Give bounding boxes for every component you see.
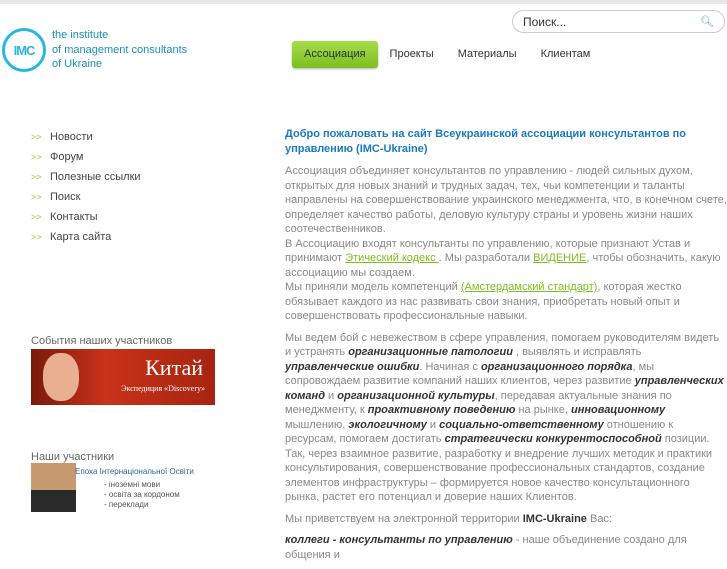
magnifier-icon[interactable]: 🔍︎ [700,15,714,28]
welcome-heading: Добро пожаловать на сайт Всеукраинской а… [285,128,687,155]
content-paragraph: Так, через взаимное развитие, разработку… [285,447,727,505]
paragraph-text: Мы приняли модель компетенций [285,281,461,293]
sidebar-item-contacts[interactable]: >> Контакты [31,207,141,227]
logo-mark: IMC [2,28,46,72]
sidebar-item-sitemap[interactable]: >> Карта сайта [31,227,141,247]
emphasis-text: управленческие ошибки [285,360,420,373]
nav-materials[interactable]: Материалы [446,41,529,68]
paragraph-text: Мы приветствуем на электронной территори… [285,512,523,525]
logo[interactable]: IMC the institute of management consulta… [2,28,187,72]
search-input[interactable] [523,14,701,29]
emphasis-text: инновационному [570,404,666,416]
emphasis-text: IMC-Ukraine [522,512,587,525]
emphasis-text: коллеги - консультанты по управлению [285,534,513,546]
members-title: Наши участники [31,451,115,463]
search-box: 🔍︎ [512,10,725,33]
arrow-icon: >> [31,132,42,142]
nav-association[interactable]: Ассоциация [292,41,378,68]
sidebar-item-forum[interactable]: >> Форум [31,147,141,167]
member-card[interactable]: Епоха Інтернаціональної Освіти - іноземн… [31,463,201,513]
member-services: - іноземні мови - освіта за кордоном - п… [104,480,180,510]
top-bar [0,0,727,4]
content-link[interactable]: ВИДЕНИЕ [533,252,586,264]
banner-photo [43,353,79,401]
paragraph-text: Вас: [586,512,612,525]
paragraph-text: и [325,389,338,402]
paragraph-text: на рынке, [515,404,571,416]
sidebar-item-news[interactable]: >> Новости [31,127,141,147]
events-banner[interactable]: Китай Экспедиция «Discovery» [31,349,215,405]
content-link[interactable]: Этический кодекс [345,252,438,264]
banner-title: Китай [145,355,203,380]
arrow-icon: >> [31,152,42,162]
sidebar-item-links[interactable]: >> Полезные ссылки [31,167,141,187]
sidebar-item-label: Форум [50,151,84,163]
member-service: - освіта за кордоном [104,490,180,499]
emphasis-text: экологичному [348,418,427,431]
sidebar-item-label: Контакты [50,211,98,223]
paragraph-text: . Начиная с [419,360,481,373]
paragraph-text: мышлению, [285,418,349,431]
paragraph-text: , выявлять и исправлять [512,346,642,358]
sidebar-item-label: Поиск [50,191,81,203]
nav-clients[interactable]: Клиентам [529,41,603,68]
sidebar-item-label: Карта сайта [50,231,112,243]
content-body: Ассоциация объединяет консультантов по у… [285,164,727,562]
content-link[interactable]: (Амстердамский стандарт) [461,281,597,293]
sidebar-item-label: Новости [50,131,93,143]
emphasis-text: социально-ответственному [439,418,604,431]
emphasis-text: организационной культуры [337,389,495,402]
arrow-icon: >> [31,192,42,202]
emphasis-text: организационного порядка [480,360,633,373]
content-paragraph: коллеги - консультанты по управлению - н… [285,533,727,562]
emphasis-text: организационные патологии [348,346,513,358]
logo-line: of Ukraine [52,58,103,71]
member-service: - іноземні мови [104,480,161,489]
paragraph-text: Ассоциация объединяет консультантов по у… [285,165,727,235]
arrow-icon: >> [31,232,42,242]
logo-text: the institute of management consultants … [52,28,187,72]
paragraph-text: позиции. [661,433,710,445]
logo-line: of management consultants [52,43,188,56]
content-paragraph: В Ассоциацию входят консультанты по упра… [285,237,727,281]
arrow-icon: >> [31,172,42,182]
content-paragraph: Мы приветствуем на электронной территори… [285,512,727,527]
paragraph-text: и [426,418,440,431]
emphasis-text: стратегически конкурентоспособной [444,433,662,445]
events-title: События наших участников [31,335,173,347]
logo-line: the institute [52,29,109,42]
content-paragraph: Мы приняли модель компетенций (Амстердам… [285,280,727,324]
main-content: Добро пожаловать на сайт Всеукраинской а… [285,127,727,569]
member-photo [31,463,76,512]
member-service: - переклади [104,500,149,509]
main-nav: Ассоциация Проекты Материалы Клиентам [292,41,602,68]
member-name: Епоха Інтернаціональної Освіти [75,467,194,476]
sidebar-nav: >> Новости >> Форум >> Полезные ссылки >> По… [31,127,141,247]
content-paragraph: Ассоциация объединяет консультантов по у… [285,164,727,237]
emphasis-text: проактивному поведению [367,404,516,416]
arrow-icon: >> [31,212,42,222]
banner-subtitle: Экспедиция «Discovery» [121,384,205,393]
paragraph-text: Так, через взаимное развитие, разработку… [285,447,713,504]
sidebar-item-label: Полезные ссылки [50,171,141,183]
sidebar-item-search[interactable]: >> Поиск [31,187,141,207]
nav-projects[interactable]: Проекты [378,41,446,68]
paragraph-text: . Мы разработали [438,252,534,264]
content-paragraph: Мы ведем бой с невежеством в сфере управ… [285,331,727,447]
